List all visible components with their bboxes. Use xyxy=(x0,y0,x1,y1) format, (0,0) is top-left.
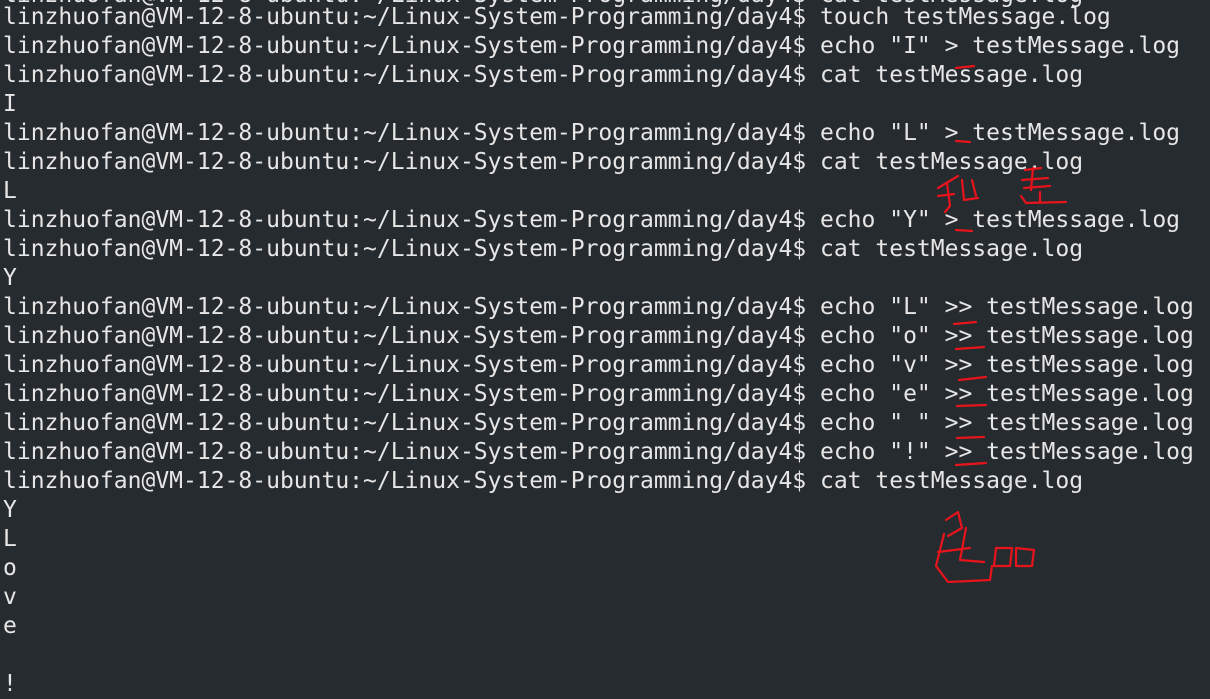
terminal-line: linzhuofan@VM-12-8-ubuntu:~/Linux-System… xyxy=(3,352,1194,378)
terminal-line: linzhuofan@VM-12-8-ubuntu:~/Linux-System… xyxy=(3,4,1111,30)
terminal-line: Y xyxy=(3,265,17,291)
terminal-line: Y xyxy=(3,497,17,523)
terminal-line: linzhuofan@VM-12-8-ubuntu:~/Linux-System… xyxy=(3,236,1084,262)
terminal-line: linzhuofan@VM-12-8-ubuntu:~/Linux-System… xyxy=(3,207,1181,233)
terminal-line: v xyxy=(3,584,17,610)
terminal-window[interactable]: linzhuofan@VM-12-8-ubuntu:~/Linux-System… xyxy=(0,0,1210,699)
terminal-output: linzhuofan@VM-12-8-ubuntu:~/Linux-System… xyxy=(3,3,1194,699)
terminal-line: linzhuofan@VM-12-8-ubuntu:~/Linux-System… xyxy=(3,468,1084,494)
terminal-line: e xyxy=(3,613,17,639)
terminal-line: linzhuofan@VM-12-8-ubuntu:~/Linux-System… xyxy=(3,149,1084,175)
terminal-line: linzhuofan@VM-12-8-ubuntu:~/Linux-System… xyxy=(3,62,1084,88)
terminal-line: linzhuofan@VM-12-8-ubuntu:~/Linux-System… xyxy=(3,323,1194,349)
terminal-line: o xyxy=(3,555,17,581)
terminal-line: linzhuofan@VM-12-8-ubuntu:~/Linux-System… xyxy=(3,294,1194,320)
terminal-line: linzhuofan@VM-12-8-ubuntu:~/Linux-System… xyxy=(3,120,1181,146)
terminal-line: I xyxy=(3,91,17,117)
terminal-line: linzhuofan@VM-12-8-ubuntu:~/Linux-System… xyxy=(3,33,1181,59)
terminal-line: L xyxy=(3,526,17,552)
terminal-line: linzhuofan@VM-12-8-ubuntu:~/Linux-System… xyxy=(3,439,1194,465)
terminal-line: ! xyxy=(3,671,17,697)
terminal-line: linzhuofan@VM-12-8-ubuntu:~/Linux-System… xyxy=(3,381,1194,407)
terminal-line: L xyxy=(3,178,17,204)
terminal-line: linzhuofan@VM-12-8-ubuntu:~/Linux-System… xyxy=(3,410,1194,436)
